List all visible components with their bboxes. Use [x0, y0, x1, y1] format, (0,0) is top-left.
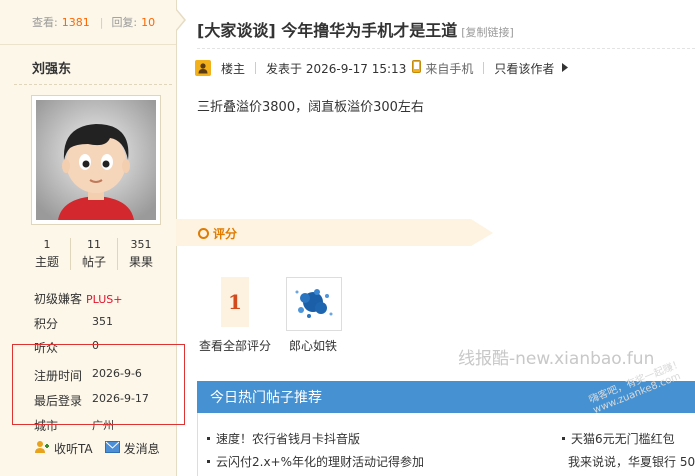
author-name[interactable]: 刘强东 — [32, 58, 71, 77]
post-title: [大家谈谈] 今年撸华为手机才是王道 — [197, 21, 458, 40]
author-online-icon — [195, 60, 211, 76]
count-value: 11 — [87, 238, 101, 251]
post-meta: 楼主 发表于 2026-9-17 15:13 来自手机 只看该作者 — [195, 58, 569, 78]
rating-label: 评分 — [213, 227, 238, 241]
points-label: 积分 — [34, 317, 59, 331]
post-content: 三折叠溢价3800，阔直板溢价300左右 — [197, 100, 424, 115]
avatar[interactable] — [31, 95, 161, 225]
hot-post-item[interactable]: 速度！农行省钱月卡抖音版 — [207, 430, 360, 447]
hot-post-item[interactable]: 我来说说，华夏银行 50 — [562, 453, 695, 470]
author-counts: 1 主题 11 帖子 351 果果 — [24, 238, 164, 270]
bullet-icon — [207, 460, 210, 463]
hot-post-title: 我来说说，华夏银行 50 — [568, 455, 695, 469]
rating-circle-icon — [198, 228, 209, 239]
message-link[interactable]: 发消息 — [124, 440, 160, 457]
level-row: 初级嫌客 PLUS+ — [34, 290, 122, 307]
title-divider — [197, 48, 695, 49]
points-value: 351 — [92, 315, 113, 328]
message-icon — [104, 441, 120, 456]
view-all-ratings-link[interactable]: 查看全部评分 — [199, 337, 271, 354]
post-source[interactable]: 来自手机 — [425, 60, 473, 77]
count-value: 351 — [130, 238, 152, 251]
sidebar-pointer — [175, 8, 186, 32]
follow-link[interactable]: 收听TA — [54, 440, 93, 457]
post-time: 发表于 2026-9-17 15:13 — [266, 61, 407, 76]
points-row: 积分 351 — [34, 315, 113, 332]
author-actions: 收听TA 发消息 — [34, 440, 160, 457]
level-label[interactable]: 初级嫌客 — [34, 292, 82, 306]
rating-score: 1 — [221, 277, 249, 327]
views-count: 1381 — [61, 15, 90, 29]
caret-right-icon — [562, 61, 569, 75]
floor-label: 楼主 — [221, 61, 246, 76]
count-label: 帖子 — [81, 255, 106, 269]
thread-stats: 查看: 1381 | 回复: 10 — [0, 0, 176, 45]
bullet-icon — [562, 437, 565, 440]
follow-icon — [34, 440, 50, 457]
rater-avatar[interactable] — [286, 277, 342, 331]
count-value: 1 — [43, 238, 51, 251]
count-posts[interactable]: 11 帖子 — [70, 238, 117, 270]
only-author-link[interactable]: 只看该作者 — [494, 60, 554, 77]
hot-post-title: 云闪付2.x+%年化的理财活动记得参加 — [216, 455, 425, 469]
copy-link-button[interactable]: [复制链接] — [461, 26, 514, 39]
replies-label: 回复: — [111, 16, 138, 29]
meta-divider — [483, 62, 485, 74]
highlight-box — [12, 344, 185, 425]
count-label: 主题 — [34, 255, 59, 269]
rating-header: 评分 — [198, 225, 237, 242]
post-title-row: [大家谈谈] 今年撸华为手机才是王道 [复制链接] — [197, 17, 514, 41]
hot-post-title: 天猫6元无门槛红包 — [571, 432, 675, 446]
plus-badge: PLUS+ — [86, 293, 123, 306]
count-threads[interactable]: 1 主题 — [24, 238, 70, 270]
hot-posts-title: 今日热门帖子推荐 — [210, 390, 322, 406]
rater-avatar-image — [287, 278, 341, 330]
author-divider — [14, 84, 172, 85]
count-fruits[interactable]: 351 果果 — [117, 238, 164, 270]
hot-post-title: 速度！农行省钱月卡抖音版 — [216, 432, 361, 446]
replies-count: 10 — [141, 15, 156, 29]
watermark-text: 线报酷-new.xianbao.fun — [458, 349, 655, 369]
rater-name[interactable]: 郎心如铁 — [289, 337, 337, 354]
count-label: 果果 — [128, 255, 153, 269]
hot-post-item[interactable]: 云闪付2.x+%年化的理财活动记得参加 — [207, 453, 424, 470]
avatar-image — [36, 100, 156, 220]
views-label: 查看: — [32, 16, 58, 29]
bullet-icon — [207, 437, 210, 440]
meta-divider — [255, 62, 257, 74]
hot-post-item[interactable]: 天猫6元无门槛红包 — [562, 430, 675, 447]
stats-divider: | — [99, 15, 104, 29]
mobile-icon — [412, 60, 422, 76]
